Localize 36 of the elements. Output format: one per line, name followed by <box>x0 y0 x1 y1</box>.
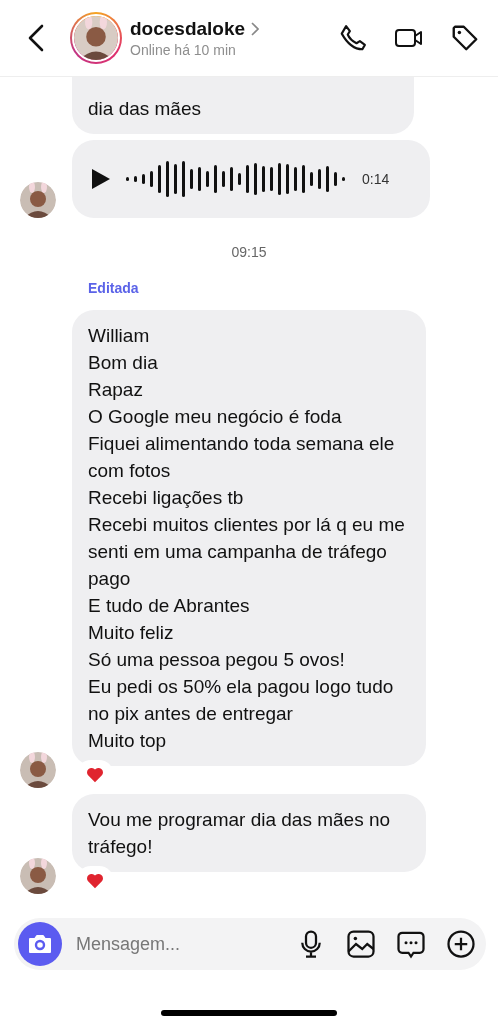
camera-button[interactable] <box>18 922 62 966</box>
chat-bubble-icon[interactable] <box>396 929 426 959</box>
timestamp: 09:15 <box>231 244 267 260</box>
heart-icon <box>86 873 104 889</box>
avatar <box>20 858 56 894</box>
online-status: Online há 10 min <box>130 42 237 58</box>
message-text: Muito top <box>88 729 168 753</box>
message-text: Eu pedi os 50% ela pagou logo tudo no pix antes de entregar <box>88 675 395 726</box>
message-text: William <box>88 324 151 348</box>
message-text: Bom dia <box>88 351 159 375</box>
back-icon[interactable] <box>26 24 46 52</box>
camera-icon <box>28 934 52 954</box>
tag-icon[interactable] <box>450 23 480 53</box>
avatar <box>20 752 56 788</box>
message-text: E tudo de Abrantes <box>88 594 251 618</box>
profile-avatar[interactable] <box>72 14 120 62</box>
heart-icon <box>86 767 104 783</box>
avatar <box>20 182 56 218</box>
message-text: Vou me programar dia das mães no tráfego! <box>88 808 392 859</box>
message-text: Muito feliz <box>88 621 175 645</box>
edited-label: Editada <box>88 280 140 296</box>
play-icon[interactable] <box>92 169 110 189</box>
message-text: Recebi ligações tb <box>88 486 245 510</box>
message-text: Fiquei alimentando toda semana ele com fotos <box>88 432 396 483</box>
audio-duration: 0:14 <box>362 171 390 187</box>
message-text: dia das mães <box>88 97 202 121</box>
message-text: Rapaz <box>88 378 144 402</box>
add-icon[interactable] <box>446 929 476 959</box>
chevron-icon <box>251 22 260 36</box>
contact-name[interactable]: docesdaloke <box>130 18 246 40</box>
image-icon[interactable] <box>346 929 376 959</box>
message-text: O Google meu negócio é foda <box>88 405 343 429</box>
message-text: Só uma pessoa pegou 5 ovos! <box>88 648 346 672</box>
message-input[interactable]: Mensagem... <box>74 932 276 956</box>
phone-icon[interactable] <box>338 23 368 53</box>
message-text: Recebi muitos clientes por lá q eu me senti em uma campanha de tráfego pago <box>88 513 406 591</box>
